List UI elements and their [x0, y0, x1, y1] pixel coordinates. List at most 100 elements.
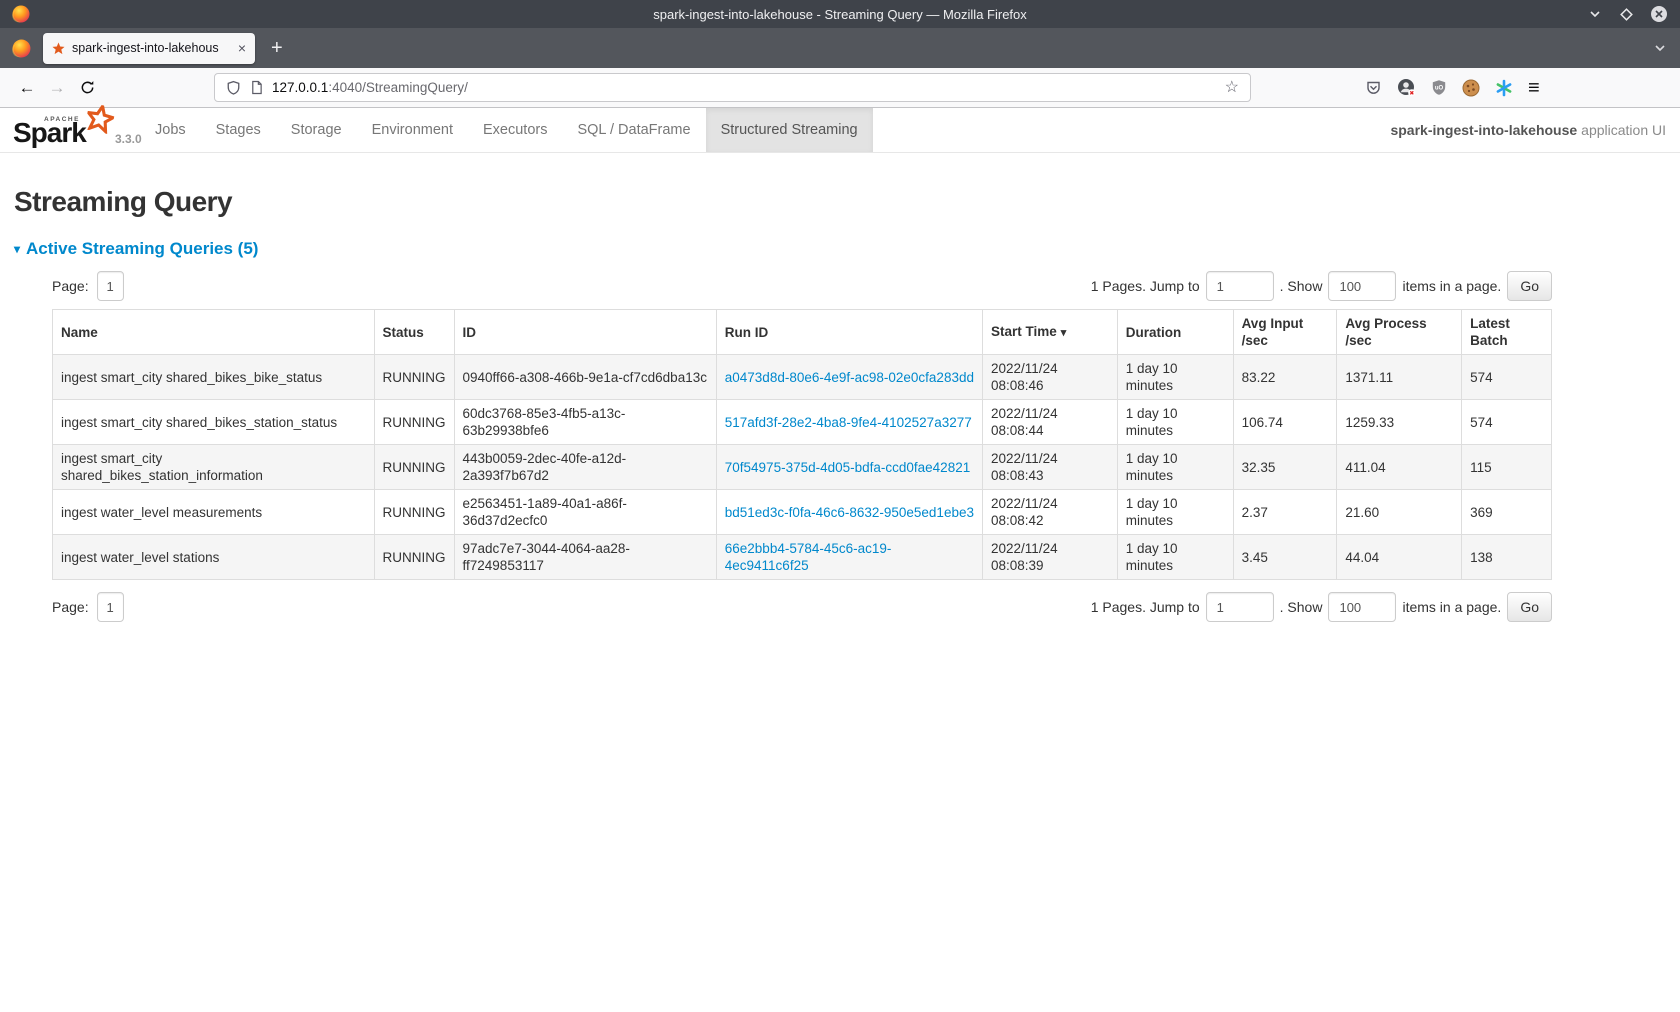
run-id-link[interactable]: 66e2bbb4-5784-45c6-ac19-4ec9411c6f25 [725, 541, 892, 573]
go-button-top[interactable]: Go [1507, 271, 1552, 301]
query-row: ingest smart_city shared_bikes_bike_stat… [53, 355, 1552, 400]
cell-avg-process-per-sec: 44.04 [1337, 535, 1462, 580]
column-label: Latest Batch [1470, 316, 1510, 348]
cell-duration: 1 day 10 minutes [1117, 445, 1233, 490]
page-info-icon[interactable] [250, 80, 263, 95]
pocket-icon[interactable] [1365, 80, 1382, 96]
navigation-toolbar: ← → 127.0.0.1:4040/StreamingQuery/ ☆ uO … [0, 68, 1680, 108]
collapse-caret-icon: ▾ [14, 242, 20, 256]
cell-duration: 1 day 10 minutes [1117, 355, 1233, 400]
column-header-avg-process-sec[interactable]: Avg Process /sec [1337, 310, 1462, 355]
nav-tab-sql-dataframe[interactable]: SQL / DataFrame [562, 108, 705, 152]
list-all-tabs-icon[interactable] [1652, 40, 1668, 56]
application-label: spark-ingest-into-lakehouse application … [1390, 108, 1680, 152]
column-header-avg-input-sec[interactable]: Avg Input /sec [1233, 310, 1337, 355]
status: RUNNING [383, 550, 446, 565]
cell-avg-process-per-sec: 1371.11 [1337, 355, 1462, 400]
cookie-extension-icon[interactable] [1462, 79, 1480, 97]
url-text[interactable]: 127.0.0.1:4040/StreamingQuery/ [272, 80, 468, 95]
minimize-icon[interactable] [1587, 6, 1603, 22]
nav-tab-jobs[interactable]: Jobs [140, 108, 201, 152]
items-text: items in a page. [1402, 599, 1501, 615]
spark-nav-tabs: JobsStagesStorageEnvironmentExecutorsSQL… [140, 108, 873, 152]
avg-input-per-sec: 2.37 [1242, 505, 1268, 520]
nav-tab-environment[interactable]: Environment [357, 108, 468, 152]
cell-status: RUNNING [374, 490, 454, 535]
jump-to-page-input-top[interactable] [1206, 271, 1274, 301]
run-id-link[interactable]: 70f54975-375d-4d05-bdfa-ccd0fae42821 [725, 460, 970, 475]
go-button-bottom[interactable]: Go [1507, 592, 1552, 622]
column-header-id[interactable]: ID [454, 310, 716, 355]
show-text: . Show [1280, 278, 1323, 294]
account-profile-icon[interactable] [1397, 78, 1416, 97]
url-bar[interactable]: 127.0.0.1:4040/StreamingQuery/ ☆ [214, 73, 1251, 102]
column-header-name[interactable]: Name [53, 310, 375, 355]
jump-to-page-input-bottom[interactable] [1206, 592, 1274, 622]
nav-tab-structured-streaming[interactable]: Structured Streaming [706, 108, 873, 152]
nav-tab-stages[interactable]: Stages [201, 108, 276, 152]
query-id: 0940ff66-a308-466b-9e1a-cf7cd6dba13c [463, 370, 707, 385]
avg-process-per-sec: 411.04 [1345, 460, 1385, 475]
browser-tab[interactable]: spark-ingest-into-lakehous × [43, 33, 255, 64]
column-header-status[interactable]: Status [374, 310, 454, 355]
nav-tab-storage[interactable]: Storage [276, 108, 357, 152]
nav-tab-executors[interactable]: Executors [468, 108, 562, 152]
column-header-latest-batch[interactable]: Latest Batch [1462, 310, 1552, 355]
duration: 1 day 10 minutes [1126, 406, 1178, 438]
page-number-input-top[interactable] [97, 271, 124, 301]
column-header-start-time[interactable]: Start Time▾ [983, 310, 1118, 355]
streaming-queries-table: NameStatusIDRun IDStart Time▾ Duration Avg… [52, 309, 1552, 580]
firefox-icon [12, 39, 31, 58]
cell-status: RUNNING [374, 355, 454, 400]
latest-batch: 138 [1470, 550, 1493, 565]
cell-query-id: 443b0059-2dec-40fe-a12d-2a393f7b67d2 [454, 445, 716, 490]
cell-status: RUNNING [374, 445, 454, 490]
asterisk-extension-icon[interactable] [1495, 79, 1513, 97]
spark-version: 3.3.0 [115, 132, 142, 146]
adblocker-shield-icon[interactable]: uO [1431, 79, 1447, 96]
cell-run-id: 66e2bbb4-5784-45c6-ac19-4ec9411c6f25 [716, 535, 982, 580]
cell-query-id: 97adc7e7-3044-4064-aa28-ff7249853117 [454, 535, 716, 580]
cell-duration: 1 day 10 minutes [1117, 535, 1233, 580]
cell-latest-batch: 138 [1462, 535, 1552, 580]
avg-input-per-sec: 32.35 [1242, 460, 1276, 475]
run-id-link[interactable]: bd51ed3c-f0fa-46c6-8632-950e5ed1ebe3 [725, 505, 974, 520]
sort-desc-icon: ▾ [1061, 327, 1067, 339]
query-name: ingest water_level stations [61, 550, 219, 565]
cell-run-id: 517afd3f-28e2-4ba8-9fe4-4102527a3277 [716, 400, 982, 445]
cell-start-time: 2022/11/24 08:08:43 [983, 445, 1118, 490]
bookmark-star-icon[interactable]: ☆ [1225, 80, 1239, 96]
page-size-input-top[interactable] [1328, 271, 1396, 301]
column-label: Avg Input /sec [1242, 316, 1304, 348]
start-time: 2022/11/24 08:08:42 [991, 496, 1058, 528]
forward-icon: → [42, 79, 72, 96]
maximize-icon[interactable] [1619, 7, 1634, 22]
window-title: spark-ingest-into-lakehouse - Streaming … [0, 7, 1680, 22]
avg-input-per-sec: 83.22 [1242, 370, 1276, 385]
cell-start-time: 2022/11/24 08:08:42 [983, 490, 1118, 535]
page-size-input-bottom[interactable] [1328, 592, 1396, 622]
avg-process-per-sec: 1259.33 [1345, 415, 1394, 430]
column-header-run-id[interactable]: Run ID [716, 310, 982, 355]
cell-avg-input-per-sec: 3.45 [1233, 535, 1337, 580]
column-label: Duration [1126, 325, 1182, 340]
close-window-icon[interactable] [1650, 5, 1668, 23]
cell-latest-batch: 574 [1462, 355, 1552, 400]
menu-icon[interactable]: ≡ [1528, 78, 1540, 98]
active-queries-section-toggle[interactable]: ▾ Active Streaming Queries (5) [14, 239, 1666, 259]
run-id-link[interactable]: 517afd3f-28e2-4ba8-9fe4-4102527a3277 [725, 415, 972, 430]
run-id-link[interactable]: a0473d8d-80e6-4e9f-ac98-02e0cfa283dd [725, 370, 974, 385]
back-icon[interactable]: ← [12, 79, 42, 96]
cell-query-id: 0940ff66-a308-466b-9e1a-cf7cd6dba13c [454, 355, 716, 400]
spark-favicon [52, 42, 65, 55]
latest-batch: 369 [1470, 505, 1493, 520]
shield-icon[interactable] [226, 80, 241, 96]
tab-close-icon[interactable]: × [238, 41, 246, 55]
reload-icon[interactable] [72, 80, 102, 95]
query-name: ingest smart_city shared_bikes_station_s… [61, 415, 337, 430]
new-tab-button[interactable]: + [271, 38, 283, 58]
column-header-duration[interactable]: Duration [1117, 310, 1233, 355]
start-time: 2022/11/24 08:08:46 [991, 361, 1058, 393]
cell-run-id: bd51ed3c-f0fa-46c6-8632-950e5ed1ebe3 [716, 490, 982, 535]
page-number-input-bottom[interactable] [97, 592, 124, 622]
